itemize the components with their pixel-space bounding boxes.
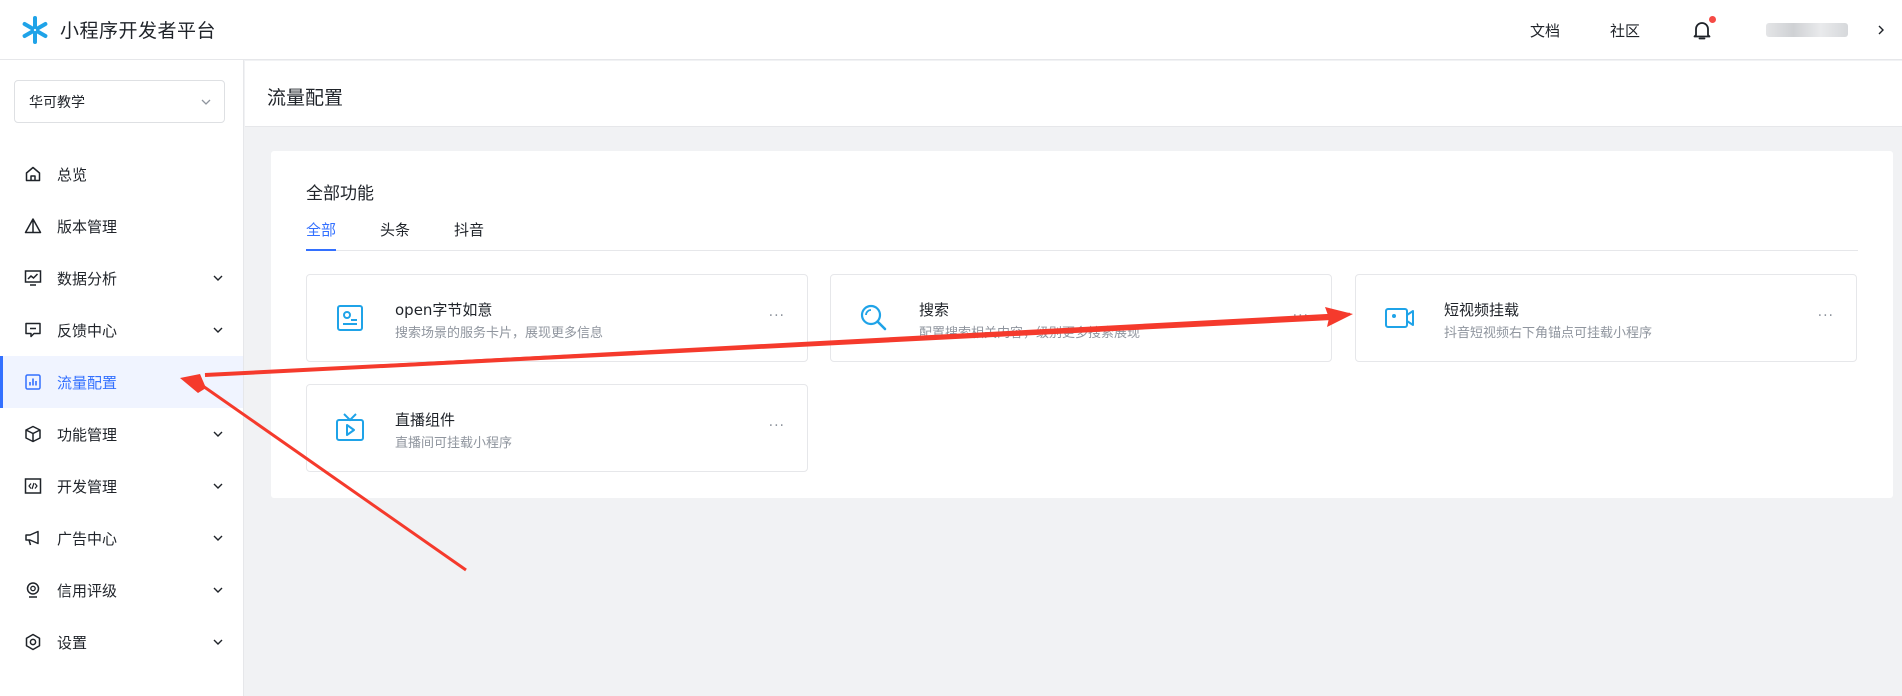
- chevron-down-icon: [213, 483, 223, 489]
- docs-link[interactable]: 文档: [1530, 20, 1560, 41]
- chevron-down-icon: [213, 431, 223, 437]
- platform-tabs: 全部 头条 抖音: [306, 219, 1858, 251]
- top-header: 小程序开发者平台 文档 社区: [0, 0, 1902, 60]
- section-title: 全部功能: [306, 184, 374, 204]
- chevron-down-icon: [201, 99, 211, 105]
- sidebar-item-label: 功能管理: [57, 425, 118, 444]
- chevron-down-icon: [213, 327, 223, 333]
- more-options-button[interactable]: ···: [1818, 308, 1834, 324]
- feature-description: 配置搜索相关内容，级别更多搜索展现: [919, 326, 1141, 341]
- app-selector-value: 华可教学: [29, 94, 85, 111]
- notification-button[interactable]: [1690, 16, 1716, 42]
- logo[interactable]: 小程序开发者平台: [20, 15, 216, 45]
- monitor-chart-icon: [24, 270, 42, 286]
- sidebar-item-label: 开发管理: [57, 477, 118, 496]
- feature-card-short-video[interactable]: 短视频挂载 抖音短视频右下角锚点可挂载小程序 ···: [1355, 274, 1857, 362]
- sidebar-item-overview[interactable]: 总览: [0, 148, 243, 200]
- service-card-icon: [337, 305, 363, 331]
- features-panel: 全部功能 全部 头条 抖音 open字节如意 搜索场景的服务卡片，展现更多信息 …: [271, 151, 1893, 498]
- tab-douyin[interactable]: 抖音: [454, 219, 484, 251]
- chevron-down-icon: [213, 535, 223, 541]
- gear-icon: [25, 633, 41, 651]
- sidebar-item-credit-rating[interactable]: 信用评级: [0, 564, 243, 616]
- feature-description: 抖音短视频右下角锚点可挂载小程序: [1444, 326, 1653, 341]
- page-title: 流量配置: [267, 87, 344, 109]
- feature-card-live[interactable]: 直播组件 直播间可挂载小程序 ···: [306, 384, 808, 472]
- sidebar-item-settings[interactable]: 设置: [0, 616, 243, 668]
- sidebar-item-analytics[interactable]: 数据分析: [0, 252, 243, 304]
- badge-icon: [26, 582, 40, 598]
- feature-card-open-ruyi[interactable]: open字节如意 搜索场景的服务卡片，展现更多信息 ···: [306, 274, 808, 362]
- sidebar-item-label: 总览: [57, 165, 88, 184]
- sidebar-item-versions[interactable]: 版本管理: [0, 200, 243, 252]
- sidebar-item-label: 流量配置: [57, 373, 118, 392]
- more-options-button[interactable]: ···: [769, 418, 785, 434]
- sidebar-item-label: 信用评级: [57, 581, 118, 600]
- bar-chart-icon: [25, 374, 41, 390]
- more-options-button[interactable]: ···: [769, 308, 785, 324]
- page-header: 流量配置: [245, 61, 1902, 127]
- community-link[interactable]: 社区: [1610, 20, 1640, 41]
- sidebar-item-label: 数据分析: [57, 269, 118, 288]
- live-tv-icon: [336, 413, 364, 441]
- sidebar-item-development[interactable]: 开发管理: [0, 460, 243, 512]
- tab-all[interactable]: 全部: [306, 219, 337, 251]
- search-icon: [860, 304, 887, 331]
- sidebar-nav: 总览 版本管理 数据分析 反馈中心 流量配置 功能管理 开发管理 广告中心 信用…: [0, 148, 243, 668]
- feature-title: open字节如意: [395, 301, 493, 319]
- more-options-button[interactable]: ···: [1293, 308, 1309, 324]
- feature-description: 直播间可挂载小程序: [395, 436, 513, 451]
- tab-toutiao[interactable]: 头条: [380, 219, 410, 251]
- asterisk-logo-icon: [22, 15, 48, 44]
- logo-text: 小程序开发者平台: [60, 20, 217, 42]
- feature-title: 直播组件: [395, 411, 456, 429]
- home-icon: [25, 166, 41, 182]
- notification-dot: [1709, 16, 1716, 23]
- cube-icon: [25, 425, 41, 443]
- sidebar-item-traffic-config[interactable]: 流量配置: [0, 356, 243, 408]
- sidebar-item-features[interactable]: 功能管理: [0, 408, 243, 460]
- sidebar-item-label: 反馈中心: [57, 321, 118, 340]
- chevron-down-icon: [213, 587, 223, 593]
- app-selector[interactable]: 华可教学: [14, 80, 225, 123]
- sidebar-item-label: 广告中心: [57, 529, 118, 548]
- sidebar-item-label: 设置: [57, 633, 88, 652]
- sidebar-item-ads[interactable]: 广告中心: [0, 512, 243, 564]
- feature-card-search[interactable]: 搜索 配置搜索相关内容，级别更多搜索展现 ···: [830, 274, 1332, 362]
- megaphone-icon: [25, 530, 39, 546]
- feedback-icon: [25, 322, 41, 338]
- feature-title: 搜索: [919, 301, 950, 319]
- video-camera-icon: [1385, 308, 1414, 328]
- chevron-down-icon: [213, 639, 223, 645]
- user-name-blurred[interactable]: [1766, 23, 1848, 37]
- feature-title: 短视频挂载: [1444, 301, 1520, 319]
- warning-triangle-icon: [24, 218, 42, 234]
- code-icon: [24, 478, 42, 494]
- feature-description: 搜索场景的服务卡片，展现更多信息: [395, 326, 604, 341]
- chevron-down-icon: [213, 275, 223, 281]
- sidebar-item-feedback[interactable]: 反馈中心: [0, 304, 243, 356]
- chevron-right-icon: [1878, 25, 1884, 35]
- sidebar: 华可教学 总览 版本管理 数据分析 反馈中心 流量配置 功能管理 开发管理 广告…: [0, 60, 244, 696]
- sidebar-item-label: 版本管理: [57, 217, 118, 236]
